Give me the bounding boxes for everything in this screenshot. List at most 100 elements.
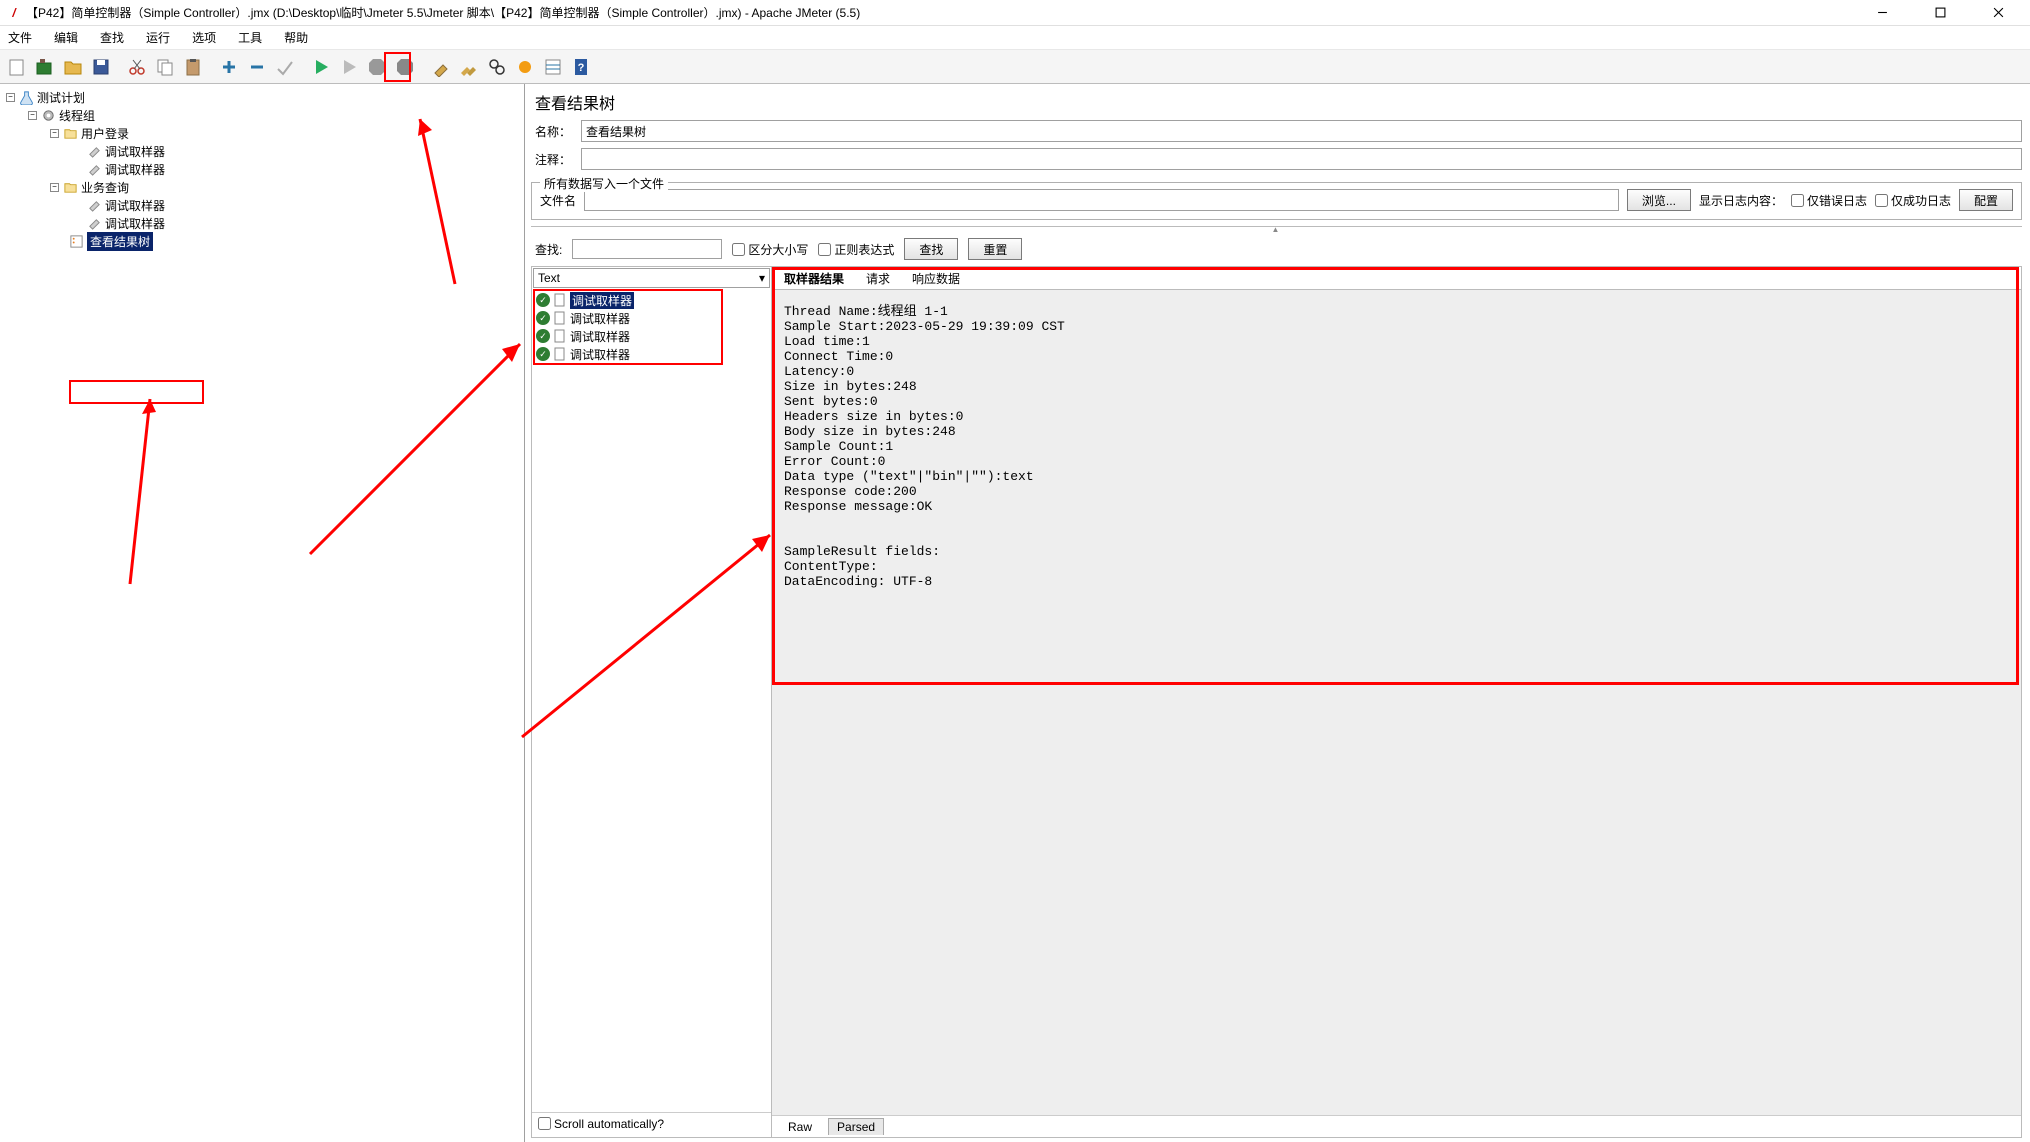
name-row: 名称：	[531, 120, 2022, 142]
only-errors-checkbox[interactable]: 仅错误日志	[1791, 192, 1867, 209]
tree-label: 调试取样器	[105, 215, 165, 232]
filename-label: 文件名	[540, 192, 576, 209]
case-sensitive-checkbox[interactable]: 区分大小写	[732, 241, 808, 258]
toggle-icon[interactable]: −	[28, 111, 37, 120]
toggle-icon[interactable]	[272, 54, 298, 80]
cut-icon[interactable]	[124, 54, 150, 80]
menu-options[interactable]: 选项	[188, 27, 220, 48]
menu-run[interactable]: 运行	[142, 27, 174, 48]
comment-row: 注释：	[531, 148, 2022, 170]
search-button[interactable]: 查找	[904, 238, 958, 260]
fieldset-legend: 所有数据写入一个文件	[540, 175, 668, 192]
collapse-icon[interactable]	[244, 54, 270, 80]
templates-icon[interactable]	[32, 54, 58, 80]
menu-edit[interactable]: 编辑	[50, 27, 82, 48]
results-split: Text ▾ ✓ 调试取样器 ✓ 调试取样器 ✓	[531, 266, 2022, 1138]
search-label: 查找:	[535, 241, 562, 258]
filename-input[interactable]	[584, 189, 1619, 211]
maximize-button[interactable]	[1922, 3, 1958, 23]
tree-controller-query[interactable]: − 业务查询	[2, 178, 522, 196]
search-input[interactable]	[572, 239, 722, 259]
app-icon: /	[6, 5, 22, 21]
menu-tools[interactable]: 工具	[234, 27, 266, 48]
regex-checkbox[interactable]: 正则表达式	[818, 241, 894, 258]
window-title: 【P42】简单控制器（Simple Controller）.jmx (D:\De…	[26, 4, 1864, 21]
gear-icon	[40, 107, 56, 123]
browse-button[interactable]: 浏览...	[1627, 189, 1691, 211]
tab-raw[interactable]: Raw	[780, 1119, 820, 1135]
minimize-button[interactable]	[1864, 3, 1900, 23]
tree-label: 调试取样器	[105, 143, 165, 160]
new-icon[interactable]	[4, 54, 30, 80]
menubar: 文件 编辑 查找 运行 选项 工具 帮助	[0, 26, 2030, 50]
tree-label: 线程组	[59, 107, 95, 124]
annotation-run-highlight	[384, 52, 411, 82]
clear-all-icon[interactable]	[456, 54, 482, 80]
titlebar: / 【P42】简单控制器（Simple Controller）.jmx (D:\…	[0, 0, 2030, 26]
sampler-icon	[86, 161, 102, 177]
tree-label: 测试计划	[37, 89, 85, 106]
toggle-icon[interactable]: −	[50, 129, 59, 138]
main-split: − 测试计划 − 线程组 − 用户登录 调试取样器 调试取样器 − 业务查询	[0, 84, 2030, 1142]
tree-thread-group[interactable]: − 线程组	[2, 106, 522, 124]
only-success-checkbox[interactable]: 仅成功日志	[1875, 192, 1951, 209]
folder-icon	[62, 125, 78, 141]
search-icon[interactable]	[484, 54, 510, 80]
paste-icon[interactable]	[180, 54, 206, 80]
tree-sampler[interactable]: 调试取样器	[2, 214, 522, 232]
tree-controller-login[interactable]: − 用户登录	[2, 124, 522, 142]
tab-parsed[interactable]: Parsed	[828, 1118, 884, 1135]
sampler-icon	[86, 143, 102, 159]
name-input[interactable]	[581, 120, 2022, 142]
toolbar: ?	[0, 50, 2030, 84]
configure-button[interactable]: 配置	[1959, 189, 2013, 211]
tree-sampler[interactable]: 调试取样器	[2, 196, 522, 214]
run-no-pause-icon[interactable]	[336, 54, 362, 80]
clear-icon[interactable]	[428, 54, 454, 80]
comment-label: 注释：	[531, 151, 581, 168]
search-row: 查找: 区分大小写 正则表达式 查找 重置	[531, 232, 2022, 266]
save-icon[interactable]	[88, 54, 114, 80]
tree-sampler[interactable]: 调试取样器	[2, 142, 522, 160]
annotation-arrow	[120, 394, 160, 594]
renderer-select[interactable]: Text ▾	[533, 268, 770, 288]
file-output-fieldset: 所有数据写入一个文件 文件名 浏览... 显示日志内容： 仅错误日志 仅成功日志…	[531, 182, 2022, 220]
function-helper-icon[interactable]	[540, 54, 566, 80]
run-icon[interactable]	[308, 54, 334, 80]
scroll-auto-row: Scroll automatically?	[532, 1112, 771, 1138]
annotation-tree-highlight	[69, 380, 204, 404]
toggle-icon[interactable]: −	[6, 93, 15, 102]
menu-file[interactable]: 文件	[4, 27, 36, 48]
reset-button[interactable]: 重置	[968, 238, 1022, 260]
reset-search-icon[interactable]	[512, 54, 538, 80]
close-button[interactable]	[1980, 3, 2016, 23]
sampler-icon	[86, 215, 102, 231]
tree-sampler[interactable]: 调试取样器	[2, 160, 522, 178]
menu-help[interactable]: 帮助	[280, 27, 312, 48]
tree-label: 调试取样器	[105, 161, 165, 178]
flask-icon	[18, 89, 34, 105]
menu-search[interactable]: 查找	[96, 27, 128, 48]
results-tree-icon	[68, 233, 84, 249]
toggle-icon[interactable]: −	[50, 183, 59, 192]
samples-column: Text ▾ ✓ 调试取样器 ✓ 调试取样器 ✓	[532, 267, 772, 1137]
help-icon[interactable]: ?	[568, 54, 594, 80]
expand-icon[interactable]	[216, 54, 242, 80]
tree-panel: − 测试计划 − 线程组 − 用户登录 调试取样器 调试取样器 − 业务查询	[0, 84, 525, 1142]
scroll-auto-checkbox[interactable]: Scroll automatically?	[538, 1117, 664, 1131]
tree-label: 调试取样器	[105, 197, 165, 214]
detail-column: 取样器结果 请求 响应数据 Thread Name:线程组 1-1 Sample…	[772, 267, 2021, 1137]
tree-label: 业务查询	[81, 179, 129, 196]
copy-icon[interactable]	[152, 54, 178, 80]
tree-label-selected: 查看结果树	[87, 232, 153, 251]
open-icon[interactable]	[60, 54, 86, 80]
tree-results-tree[interactable]: 查看结果树	[2, 232, 522, 250]
panel-title: 查看结果树	[535, 90, 2022, 114]
comment-input[interactable]	[581, 148, 2022, 170]
sampler-icon	[86, 197, 102, 213]
tree-test-plan[interactable]: − 测试计划	[2, 88, 522, 106]
bottom-tabs: Raw Parsed	[772, 1115, 2021, 1137]
right-panel: 查看结果树 名称： 注释： 所有数据写入一个文件 文件名 浏览... 显示日志内…	[525, 84, 2030, 1142]
annotation-samples-highlight	[533, 289, 723, 365]
samples-list: ✓ 调试取样器 ✓ 调试取样器 ✓ 调试取样器	[532, 289, 771, 1112]
